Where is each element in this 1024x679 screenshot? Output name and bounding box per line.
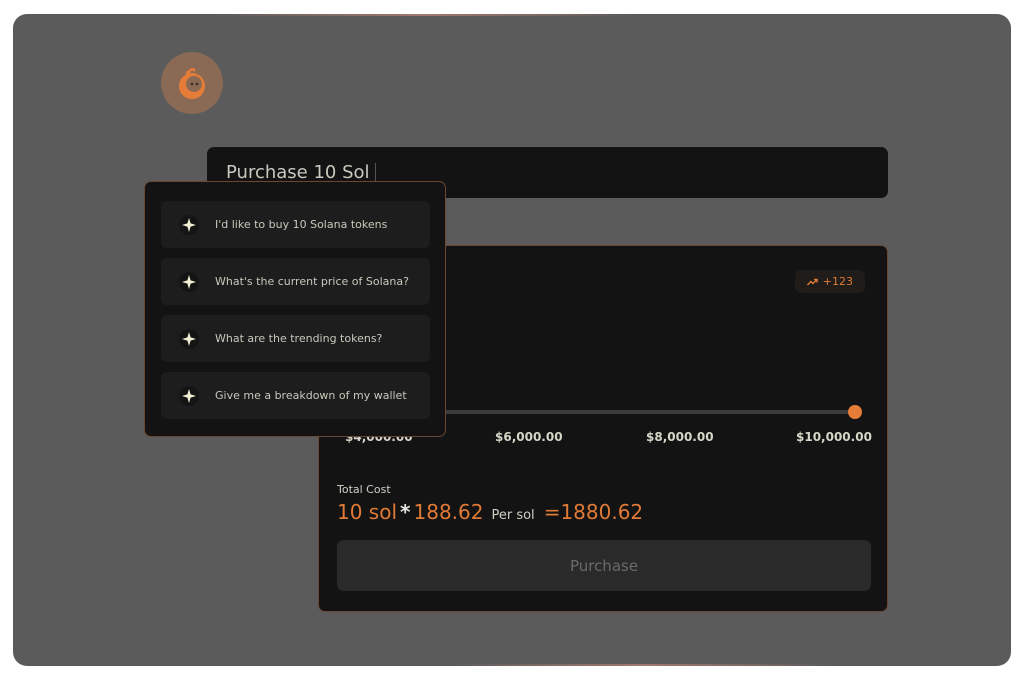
orange-mascot-icon [179,68,205,99]
suggestion-item-4[interactable]: Give me a breakdown of my wallet [161,372,430,419]
change-badge: +123 [794,270,865,293]
prompt-input-value: Purchase 10 Sol [226,162,370,183]
suggestion-label: What are the trending tokens? [215,332,383,345]
suggestion-item-3[interactable]: What are the trending tokens? [161,315,430,362]
logo [161,52,223,114]
suggestion-label: Give me a breakdown of my wallet [215,389,407,402]
app-frame: Purchase 10 Sol +123 62 rchase $4,000.00… [13,14,1011,666]
sparkle-icon [179,271,199,292]
text-caret [374,162,376,183]
unit-price: 188.62 [413,500,484,524]
purchase-button[interactable]: Purchase [337,540,871,591]
multiply-operator: * [400,500,411,524]
change-value: +123 [822,275,853,288]
total-quantity: 10 sol [337,500,398,524]
slider-tick-3: $8,000.00 [646,430,714,444]
suggestion-item-2[interactable]: What's the current price of Solana? [161,258,430,305]
top-glow [213,14,633,16]
sparkle-icon [179,385,199,406]
total-cost-line: 10 sol * 188.62 Per sol =1880.62 [337,500,643,524]
total-result: =1880.62 [543,500,644,524]
suggestions-dropdown: I'd like to buy 10 Solana tokens What's … [144,181,446,437]
suggestion-item-1[interactable]: I'd like to buy 10 Solana tokens [161,201,430,248]
suggestion-label: I'd like to buy 10 Solana tokens [215,218,388,231]
slider-thumb[interactable] [848,405,862,419]
suggestion-label: What's the current price of Solana? [215,275,409,288]
slider-tick-2: $6,000.00 [495,430,563,444]
sparkle-icon [179,328,199,349]
unit-label: Per sol [491,508,535,523]
slider-tick-4: $10,000.00 [796,430,872,444]
trend-up-icon [806,278,818,285]
total-cost-label: Total Cost [337,483,391,496]
sparkle-icon [179,214,199,235]
bottom-glow [453,664,833,666]
